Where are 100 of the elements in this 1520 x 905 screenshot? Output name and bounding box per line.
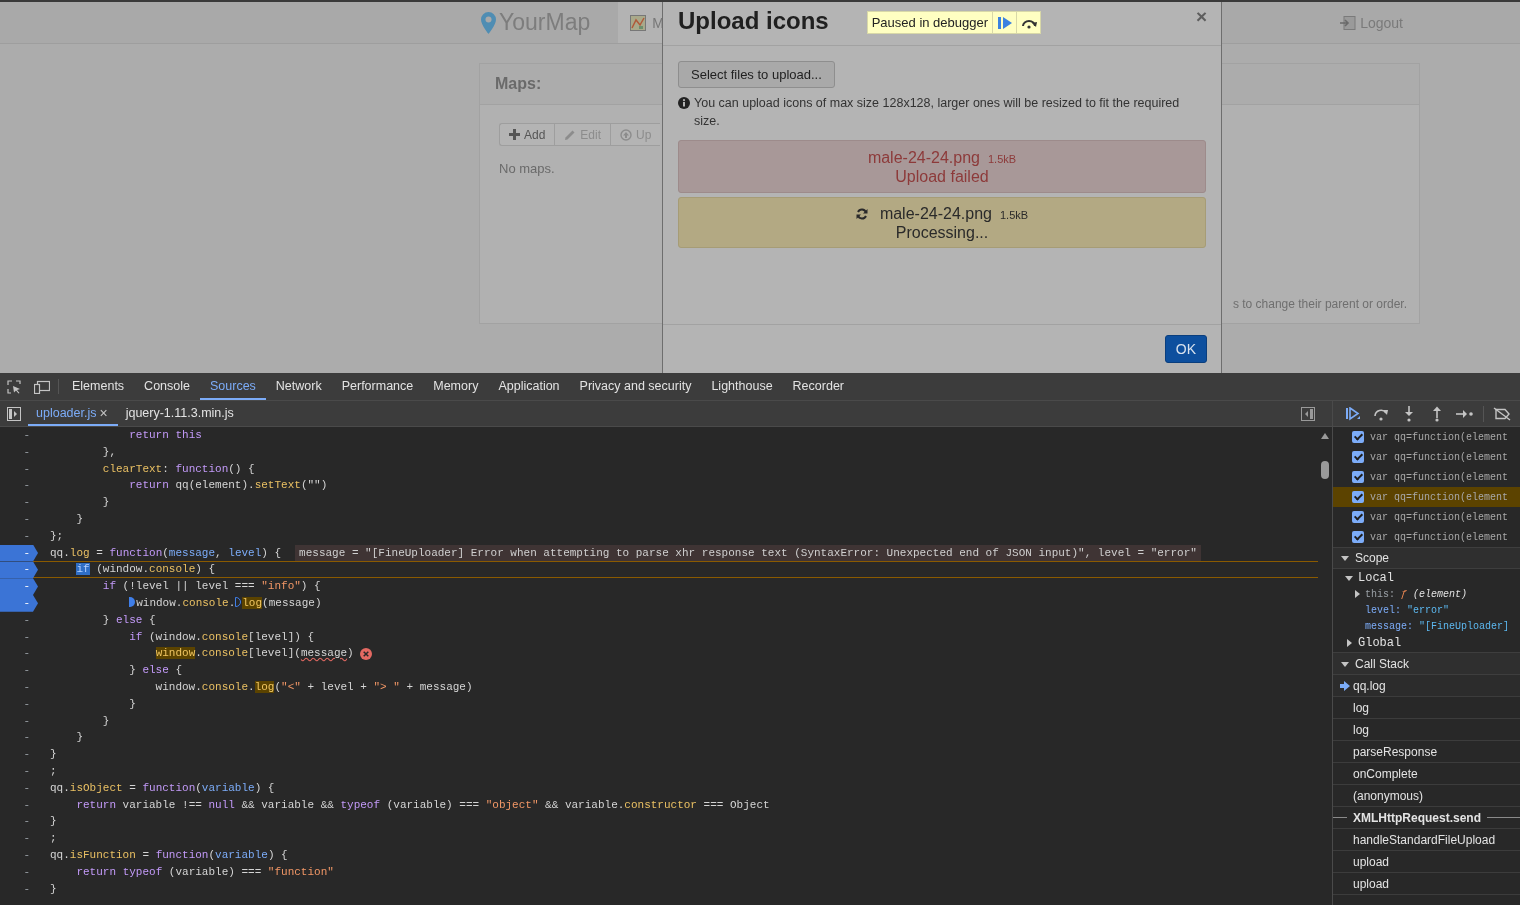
breakpoint-code[interactable]: var qq=function(element <box>1370 531 1509 543</box>
checkbox[interactable] <box>1352 531 1364 543</box>
resume-icon <box>1345 406 1361 421</box>
code-line: qq.log = function(message, level) { <box>50 545 282 561</box>
code-line: } <box>50 814 57 830</box>
line-number[interactable]: - <box>0 712 38 730</box>
line-number[interactable]: - <box>0 443 38 461</box>
line-number[interactable]: - <box>0 695 38 713</box>
devtools-tab[interactable]: Console <box>134 373 200 400</box>
breakpoint-code[interactable]: var qq=function(element <box>1370 451 1509 463</box>
line-number[interactable]: - <box>0 746 38 763</box>
select-files-button[interactable]: Select files to upload... <box>678 61 835 88</box>
line-number[interactable]: - <box>0 494 38 511</box>
code-line: } <box>75 512 83 527</box>
line-number[interactable]: - <box>0 511 38 528</box>
scope-group[interactable]: Global <box>1358 636 1402 650</box>
refresh-icon <box>855 208 868 220</box>
devtools-tab[interactable]: Memory <box>423 373 489 400</box>
devtools-tab[interactable]: Application <box>488 373 570 400</box>
collapse-icon[interactable] <box>1341 659 1349 668</box>
ok-button[interactable]: OK <box>1164 335 1207 363</box>
line-number[interactable]: - <box>0 527 38 545</box>
expand-icon[interactable] <box>1353 590 1361 598</box>
checkbox[interactable] <box>1352 451 1364 463</box>
line-number[interactable]: - <box>0 477 38 495</box>
line-number[interactable]: - <box>0 813 38 831</box>
call-stack-frame[interactable]: handleStandardFileUpload <box>1353 832 1496 847</box>
checkbox[interactable] <box>1352 511 1364 523</box>
code-line: return qq(element).setText("") <box>128 478 328 494</box>
breakpoint-code[interactable]: var qq=function(element <box>1370 471 1509 483</box>
resume-icon <box>997 16 1012 29</box>
expand-icon[interactable] <box>1345 639 1353 647</box>
line-number[interactable]: - <box>0 762 38 780</box>
section-header[interactable]: Call Stack <box>1355 656 1410 671</box>
call-stack-frame[interactable]: upload <box>1353 854 1390 869</box>
collapse-icon[interactable] <box>1341 554 1349 562</box>
line-number[interactable]: - <box>0 729 38 747</box>
line-number[interactable]: - <box>0 863 38 881</box>
step-over-icon <box>1373 406 1389 421</box>
checkbox[interactable] <box>1352 471 1364 483</box>
call-stack-frame[interactable]: log <box>1353 700 1369 715</box>
line-number[interactable]: - <box>0 645 38 663</box>
scope-group[interactable]: Local <box>1358 570 1394 585</box>
devtools-tab[interactable]: Network <box>265 373 332 400</box>
deactivate-breakpoints-icon <box>1493 406 1511 421</box>
breakpoint-marker[interactable]: - <box>0 561 38 579</box>
scope-variable[interactable]: message: "[FineUploader] <box>1365 620 1510 632</box>
close-tab-icon[interactable]: × <box>99 404 108 421</box>
line-number[interactable]: - <box>0 830 38 847</box>
line-number[interactable]: - <box>0 880 38 898</box>
line-number[interactable]: - <box>0 460 38 478</box>
scope-variable[interactable]: level: "error" <box>1365 604 1450 616</box>
devtools-tab[interactable]: Elements <box>62 373 135 400</box>
code-line: } <box>75 730 83 746</box>
panel-toggle-icon <box>1301 406 1315 421</box>
checkbox[interactable] <box>1352 431 1364 443</box>
code-line: clearText: function() { <box>101 461 255 477</box>
devtools-tab[interactable]: Lighthouse <box>701 373 783 400</box>
file-size: 1.5kB <box>987 151 1017 167</box>
call-stack-frame[interactable]: XMLHttpRequest.send <box>1353 810 1481 825</box>
call-stack-frame[interactable]: onComplete <box>1353 766 1418 781</box>
code-line: return this <box>128 428 202 443</box>
banner-text: Paused in debugger <box>870 14 990 32</box>
line-number[interactable]: - <box>0 779 38 797</box>
breakpoint-marker[interactable]: - <box>0 544 38 562</box>
devtools-tab[interactable]: Privacy and security <box>569 373 702 400</box>
file-tab[interactable]: jquery-1.11.3.min.js <box>117 401 244 426</box>
line-number[interactable]: - <box>0 678 38 696</box>
breakpoint-code[interactable]: var qq=function(element <box>1370 431 1509 443</box>
scope-variable[interactable]: this: ƒ (element) <box>1365 588 1468 600</box>
file-tab[interactable]: uploader.js × <box>28 401 118 426</box>
call-stack-frame[interactable]: log <box>1353 722 1369 737</box>
call-stack-frame[interactable]: (anonymous) <box>1353 788 1424 803</box>
devtools-tab[interactable]: Recorder <box>782 373 854 400</box>
toolbar-button[interactable]: Add <box>499 123 555 146</box>
devices-icon <box>34 379 50 394</box>
line-number[interactable]: - <box>0 427 38 444</box>
call-stack-frame[interactable]: upload <box>1353 876 1390 891</box>
code-line: qq.isFunction = function(variable) { <box>50 847 288 863</box>
line-number[interactable]: - <box>0 846 38 864</box>
section-header[interactable]: Scope <box>1355 551 1390 565</box>
code-line: qq.isObject = function(variable) { <box>50 780 275 796</box>
code-line: return typeof (variable) === "function" <box>75 864 334 880</box>
code-line: } <box>50 747 57 763</box>
file-size: 1.5kB <box>999 207 1029 223</box>
collapse-icon[interactable] <box>1345 573 1353 582</box>
checkbox[interactable] <box>1352 491 1364 503</box>
call-stack-frame[interactable]: parseResponse <box>1353 744 1438 759</box>
code-line: } <box>50 881 57 897</box>
line-number[interactable]: - <box>0 796 38 814</box>
line-number[interactable]: - <box>0 628 38 646</box>
call-stack-frame[interactable]: qq.log <box>1353 678 1386 693</box>
line-number[interactable]: - <box>0 662 38 679</box>
code-line: if (!level || level === "info") { <box>101 579 321 595</box>
hint-text: s to change their parent or order. <box>1232 297 1407 311</box>
breakpoint-marker[interactable]: - <box>0 578 38 595</box>
devtools-tab[interactable]: Performance <box>331 373 424 400</box>
code-line: ; <box>50 763 57 779</box>
close-button[interactable]: × <box>1195 6 1207 28</box>
breakpoint-code[interactable]: var qq=function(element <box>1370 511 1509 523</box>
